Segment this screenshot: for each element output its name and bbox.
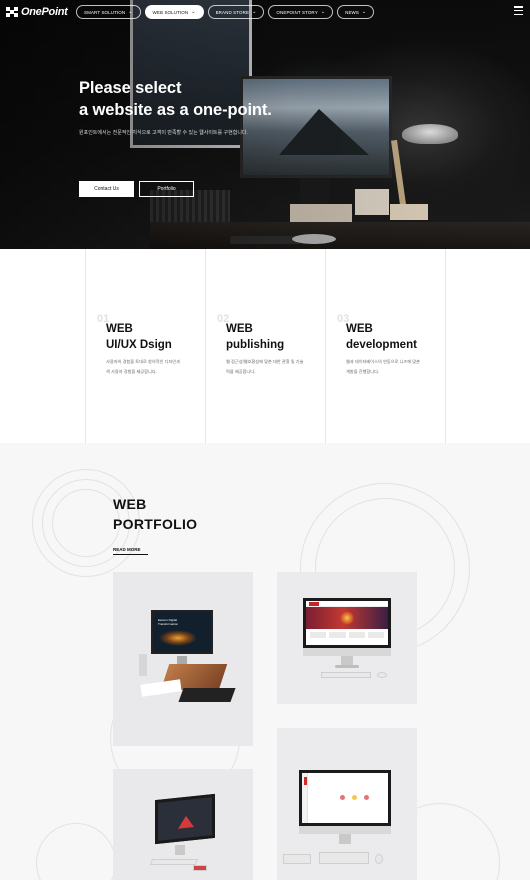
hero-title: Please select a website as a one-point. [79,77,272,121]
keyboard-image [149,859,199,865]
hero-title-line-1: Please select [79,79,182,97]
chevron-down-icon: ⌄ [128,8,133,15]
phone-image [193,865,207,871]
mockup-dot [364,795,369,800]
nav-item-label: ONEPOINT STORY [276,9,318,15]
portfolio-title-line-2: PORTFOLIO [113,516,198,532]
imac-neck [339,834,351,844]
mouse-image [377,672,387,678]
speaker-image [139,654,147,676]
top-navigation: OnePoint SMART SOLUTION ⌄ WEB SOLUTION ⌄ B… [0,0,530,24]
portfolio-card-2[interactable] [277,572,417,704]
portfolio-mockup-screen [155,793,215,845]
portfolio-card-1[interactable]: Ewsom Digital Transformation [113,572,253,746]
portfolio-mockup-screen [299,770,391,826]
imac-chin [299,826,391,834]
service-desc-line-2: 력을 제공합니다. [226,369,256,374]
imac-foot [335,665,359,668]
monitor-stand [177,656,187,664]
nav-item-label: SMART SOLUTION [84,9,126,15]
nav-item-label: NEWS [345,9,360,15]
portfolio-card-3[interactable] [113,769,253,880]
nav-item-smart-solution[interactable]: SMART SOLUTION ⌄ [76,5,141,19]
mockup-logo [178,815,194,829]
logo-mark-icon [6,7,18,17]
service-title-line-1: WEB [226,323,253,335]
keyboard-image [319,852,369,864]
portfolio-title-line-1: WEB [113,496,147,512]
service-desc-line-2: 색 사용자 경험을 제공합니다. [106,369,157,374]
service-desc-line-1: 사용자의 경험을 토대로 창의적인 디자인과 [106,359,181,364]
hero-banner [0,0,530,249]
service-title: WEB publishing [226,321,284,353]
service-title-line-2: development [346,339,417,351]
paper-image [140,679,182,697]
portfolio-mockup-screen [303,598,391,648]
chevron-down-icon: ⌄ [191,8,196,15]
column-divider [205,249,206,443]
service-title: WEB development [346,321,417,353]
nav-item-label: WEB SOLUTION [152,9,189,15]
mockup-logo [309,602,319,606]
logo-text: OnePoint [21,6,68,18]
nav-item-label: BRAND STORE [215,9,250,15]
imac-neck [175,845,185,855]
portfolio-mockup-screen: Ewsom Digital Transformation [151,610,213,654]
nav-item-onepoint-story[interactable]: ONEPOINT STORY ⌄ [268,5,334,19]
nav-item-brand-store[interactable]: BRAND STORE ⌄ [207,5,265,19]
nav-item-web-solution[interactable]: WEB SOLUTION ⌄ [144,5,204,19]
service-title: WEB UI/UX Dsign [106,321,172,353]
service-title-line-2: publishing [226,339,285,351]
imac-chin [303,648,391,656]
mockup-dot [352,795,357,800]
mockup-dot [340,795,345,800]
hero-overlay [0,0,530,249]
service-description: 웹과 데이터베이스의 연동으로 니즈에 맞춘개발을 진행합니다. [346,357,426,377]
service-description: 사용자의 경험을 토대로 창의적인 디자인과색 사용자 경험을 제공합니다. [106,357,186,377]
chevron-down-icon: ⌄ [252,8,257,15]
service-desc-line-2: 개발을 진행합니다. [346,369,380,374]
column-divider [325,249,326,443]
chevron-down-icon: ⌄ [320,8,326,15]
chevron-down-icon: ⌄ [362,8,367,15]
portfolio-button[interactable]: Portfolio [139,181,194,197]
mockup-screen-title: Ewsom Digital Transformation [158,618,179,626]
portfolio-title: WEB PORTFOLIO [113,494,197,534]
tablet-image [283,854,311,864]
nav-item-news[interactable]: NEWS ⌄ [337,5,375,19]
service-desc-line-1: 웹과 데이터베이스의 연동으로 니즈에 맞춘 [346,359,421,364]
hero-subtitle: 원포인트에서는 전문적인 지식으로 고객이 만족할 수 있는 웹사이트를 구현합… [79,130,248,136]
site-logo[interactable]: OnePoint [6,6,68,18]
mockup-banner [306,607,388,629]
keyboard-image [321,672,371,678]
desk-mat-image [178,688,236,702]
read-more-underline [113,554,148,555]
service-title-line-1: WEB [346,323,373,335]
hero-title-line-2: a website as a one-point. [79,101,272,119]
decorative-ring [36,823,116,880]
mouse-image [375,854,383,864]
hamburger-icon[interactable] [514,6,523,15]
column-divider [445,249,446,443]
column-divider [85,249,86,443]
service-title-line-1: WEB [106,323,133,335]
portfolio-card-4[interactable] [277,728,417,880]
service-description: 웹 접근성/웹호환성에 맞춘 대한 관찰 및 기술력을 제공합니다. [226,357,306,377]
service-desc-line-1: 웹 접근성/웹호환성에 맞춘 대한 관찰 및 기술 [226,359,304,364]
service-title-line-2: UI/UX Dsign [106,339,172,351]
contact-us-button[interactable]: Contact Us [79,181,134,197]
main-menu: SMART SOLUTION ⌄ WEB SOLUTION ⌄ BRAND STOR… [76,5,375,19]
decorative-ring [52,489,120,557]
read-more-link[interactable]: READ MORE [113,547,141,552]
portfolio-section [0,443,530,880]
